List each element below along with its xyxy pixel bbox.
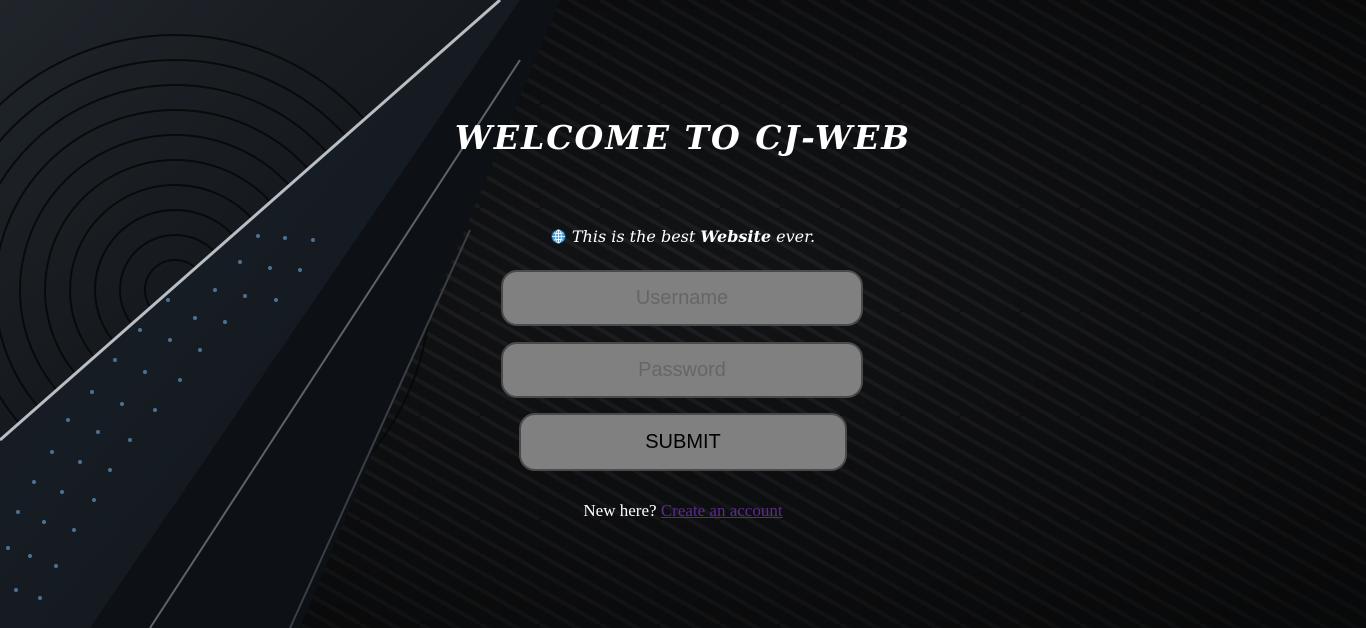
signup-prompt: New here? Create an account (0, 501, 1366, 521)
tagline-prefix: This is the best (571, 227, 701, 246)
page-title: WELCOME TO CJ-WEB (454, 118, 912, 157)
signup-prompt-text: New here? (583, 501, 657, 520)
create-account-link[interactable]: Create an account (661, 501, 783, 520)
login-page: WELCOME TO CJ-WEB This is the best Websi… (0, 0, 1366, 628)
password-input[interactable] (501, 342, 863, 398)
tagline-emphasis: Website (700, 227, 772, 246)
tagline-suffix: ever. (771, 227, 816, 246)
username-input[interactable] (501, 270, 863, 326)
submit-button[interactable]: SUBMIT (519, 413, 847, 471)
tagline: This is the best Website ever. (0, 227, 1366, 246)
globe-icon (551, 229, 566, 244)
